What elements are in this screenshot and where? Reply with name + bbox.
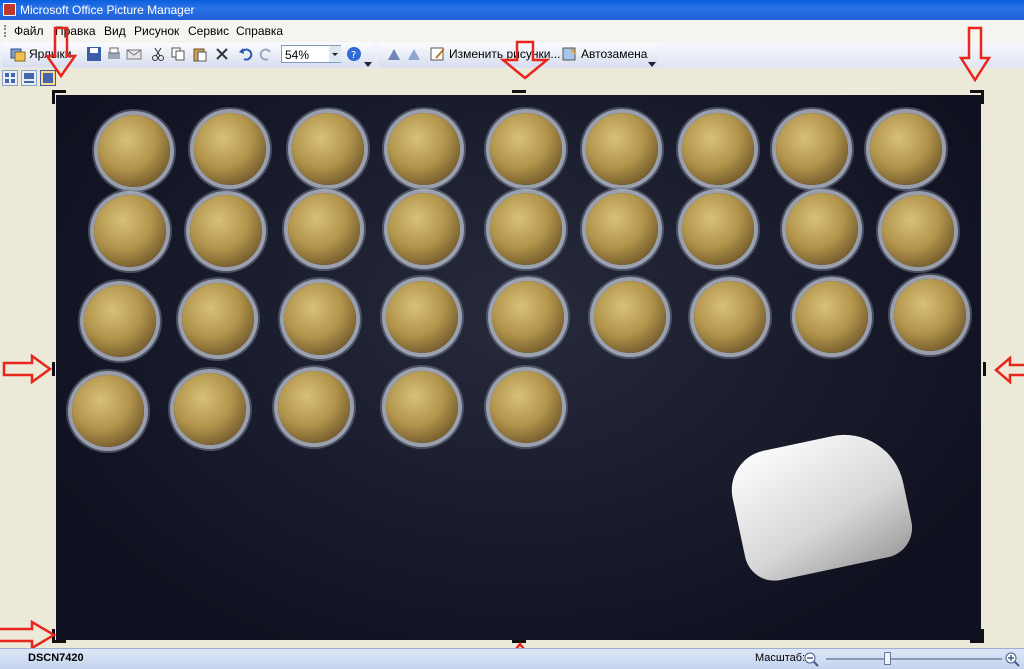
magnifier-loupe — [724, 423, 918, 587]
filmstrip-icon — [24, 73, 34, 83]
coin — [586, 113, 658, 185]
coin — [174, 373, 246, 445]
coin — [288, 193, 360, 265]
copy-button[interactable] — [170, 45, 186, 63]
zoom-slider-label: Масштаб: — [755, 652, 806, 664]
status-filename: DSCN7420 — [28, 652, 84, 664]
edit-picture-icon — [430, 47, 445, 61]
rotate-left-button[interactable] — [386, 45, 402, 63]
help-icon: ? — [347, 47, 361, 61]
menu-tools[interactable]: Сервис — [188, 24, 229, 38]
coin — [682, 193, 754, 265]
save-button[interactable] — [86, 45, 102, 63]
menu-view[interactable]: Вид — [104, 24, 126, 38]
annotation-arrow-left-icon — [994, 356, 1024, 384]
coin — [490, 371, 562, 443]
coin — [388, 113, 460, 185]
coin — [190, 195, 262, 267]
picture-manager-app-icon — [3, 3, 16, 16]
coin — [386, 371, 458, 443]
coin — [796, 281, 868, 353]
print-icon — [108, 47, 120, 59]
shortcuts-icon — [10, 48, 26, 62]
crop-handle-top-left-v[interactable] — [52, 90, 55, 104]
delete-x-icon — [216, 48, 228, 60]
print-button[interactable] — [106, 45, 122, 63]
coin — [492, 281, 564, 353]
coin-tray-photo — [56, 95, 981, 640]
thumbnail-grid-icon — [5, 73, 15, 83]
annotation-arrow-down-icon — [958, 26, 992, 82]
menubar-grip-icon[interactable] — [4, 25, 9, 37]
annotation-arrow-down-icon — [44, 26, 78, 78]
cut-button[interactable] — [150, 45, 166, 63]
menu-help[interactable]: Справка — [236, 24, 283, 38]
zoom-out-icon[interactable] — [803, 651, 819, 667]
coin — [894, 279, 966, 351]
redo-icon — [259, 48, 271, 61]
save-icon — [87, 47, 101, 61]
zoom-slider-thumb[interactable] — [884, 652, 892, 665]
coin — [870, 113, 942, 185]
title-bar: Microsoft Office Picture Manager — [0, 0, 1024, 20]
zoom-in-icon[interactable] — [1004, 651, 1020, 667]
paste-icon — [193, 48, 207, 62]
copy-icon — [171, 47, 185, 61]
coin — [94, 195, 166, 267]
coin — [98, 115, 170, 187]
coin — [694, 281, 766, 353]
email-button[interactable] — [126, 45, 142, 63]
scissors-icon — [152, 47, 164, 61]
crop-handle-top[interactable] — [512, 90, 526, 93]
coin — [386, 281, 458, 353]
undo-button[interactable] — [238, 45, 254, 63]
rotate-right-icon — [408, 49, 420, 60]
crop-handle-top-right-v[interactable] — [981, 90, 984, 104]
svg-text:?: ? — [351, 50, 356, 61]
coin — [284, 283, 356, 355]
crop-handle-right[interactable] — [983, 362, 986, 376]
annotation-arrow-down-icon — [500, 40, 550, 80]
crop-handle-left[interactable] — [52, 362, 55, 376]
coin — [586, 193, 658, 265]
zoom-slider-track[interactable] — [826, 658, 1002, 660]
coin — [388, 193, 460, 265]
status-bar: DSCN7420 Масштаб: — [0, 648, 1024, 669]
annotation-arrow-right-icon — [0, 620, 56, 650]
coin — [490, 113, 562, 185]
coin — [594, 281, 666, 353]
chevron-down-icon — [332, 53, 338, 56]
coin — [776, 113, 848, 185]
autofix-label: Автозамена — [581, 47, 648, 61]
menu-picture[interactable]: Рисунок — [134, 24, 179, 38]
coin — [882, 195, 954, 267]
filmstrip-view-button[interactable] — [21, 70, 37, 86]
coin — [786, 193, 858, 265]
coin — [194, 113, 266, 185]
coin — [278, 371, 350, 443]
autofix-icon — [562, 47, 577, 61]
coin — [72, 375, 144, 447]
coin — [182, 283, 254, 355]
undo-icon — [239, 48, 253, 61]
help-button[interactable]: ? — [346, 45, 362, 63]
annotation-arrow-right-icon — [2, 354, 52, 384]
coin — [490, 193, 562, 265]
autofix-button[interactable]: Автозамена — [562, 45, 647, 63]
zoom-dropdown-arrow[interactable] — [329, 46, 341, 62]
email-icon — [126, 49, 142, 60]
menu-file[interactable]: Файл — [14, 24, 44, 38]
redo-button[interactable] — [258, 45, 274, 63]
thumbnail-view-button[interactable] — [2, 70, 18, 86]
coin — [682, 113, 754, 185]
rotate-left-icon — [388, 49, 400, 60]
crop-handle-bottom-right-v[interactable] — [981, 629, 984, 643]
delete-button[interactable] — [214, 45, 230, 63]
menu-bar: Файл Правка Вид Рисунок Сервис Справка В… — [0, 20, 1024, 62]
coin — [292, 113, 364, 185]
rotate-right-button[interactable] — [406, 45, 422, 63]
coin — [84, 285, 156, 357]
paste-button[interactable] — [192, 45, 208, 63]
window-title: Microsoft Office Picture Manager — [20, 3, 195, 17]
